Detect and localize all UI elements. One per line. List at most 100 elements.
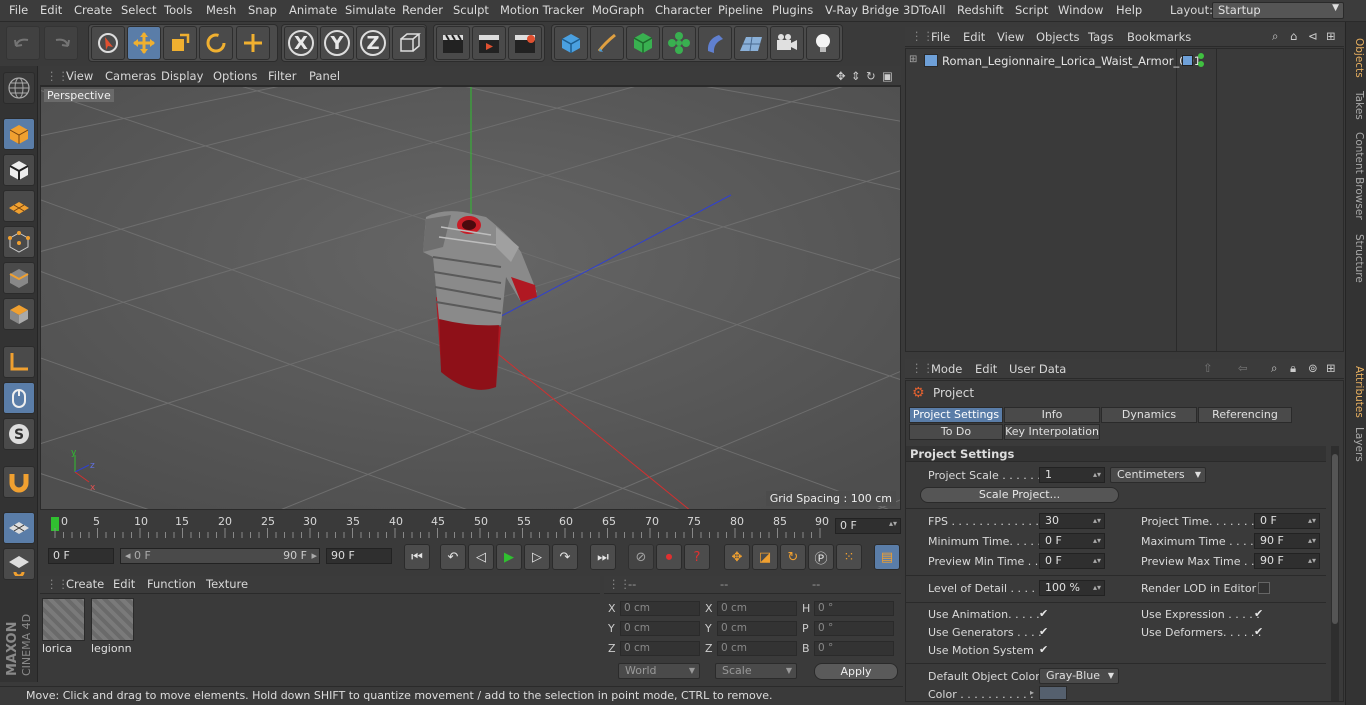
new-window-icon[interactable]: ⊞ — [1326, 29, 1336, 43]
material-menu-edit[interactable]: Edit — [113, 577, 135, 591]
viewport-menu-view[interactable]: View — [66, 69, 93, 83]
viewport-menu-filter[interactable]: Filter — [268, 69, 296, 83]
camera-button[interactable] — [770, 26, 804, 60]
previous-key-button[interactable]: ↶ — [440, 544, 466, 570]
search-icon[interactable]: ⌕ — [1272, 29, 1278, 44]
attr-scrollbar[interactable] — [1331, 446, 1339, 701]
menu-script[interactable]: Script — [1015, 3, 1048, 17]
material-menu-function[interactable]: Function — [147, 577, 196, 591]
locked-workplane-button[interactable] — [3, 548, 35, 580]
object-menu-view[interactable]: View — [997, 30, 1024, 44]
render-view-button[interactable] — [436, 26, 470, 60]
object-name[interactable]: Roman_Legionnaire_Lorica_Waist_Armor_001 — [942, 54, 1201, 68]
editor-visibility-dot[interactable] — [1198, 53, 1204, 59]
menu-edit[interactable]: Edit — [40, 3, 62, 17]
use-generators-checkbox[interactable]: ✔ — [1039, 626, 1051, 638]
texture-mode-button[interactable] — [3, 154, 35, 186]
use-animation-checkbox[interactable]: ✔ — [1039, 608, 1051, 620]
current-frame-field[interactable]: 0 F ▴▾ — [835, 518, 901, 534]
preview-range-slider[interactable]: ◂ 0 F 90 F ▸ — [120, 548, 320, 564]
object-menu-edit[interactable]: Edit — [963, 30, 985, 44]
material-menu-texture[interactable]: Texture — [206, 577, 248, 591]
live-selection-button[interactable] — [91, 26, 125, 60]
object-menu-tags[interactable]: Tags — [1088, 30, 1113, 44]
attr-menu-edit[interactable]: Edit — [975, 362, 997, 376]
tweak-mode-button[interactable] — [3, 382, 35, 414]
snap-button[interactable] — [3, 466, 35, 498]
z-axis-lock-button[interactable]: Z — [356, 26, 390, 60]
go-to-start-button[interactable]: ⏮ — [404, 544, 430, 570]
tab-dynamics[interactable]: Dynamics — [1101, 407, 1197, 423]
color-swatch[interactable] — [1039, 686, 1067, 700]
preview-min-field[interactable]: 0 F ▴▾ — [1039, 553, 1105, 569]
material-menu-create[interactable]: Create — [66, 577, 104, 591]
tab-objects[interactable]: Objects — [1348, 32, 1365, 84]
object-menu-file[interactable]: File — [931, 30, 950, 44]
key-rotation-button[interactable]: ↻ — [780, 544, 806, 570]
viewport-menu-panel[interactable]: Panel — [309, 69, 340, 83]
make-editable-button[interactable] — [3, 72, 35, 104]
play-button[interactable]: ▶ — [496, 544, 522, 570]
tab-to-do[interactable]: To Do — [909, 424, 1003, 440]
search-icon[interactable]: ⌕ — [1271, 361, 1277, 376]
rotation-b-field[interactable]: 0 ° — [814, 641, 894, 656]
render-settings-button[interactable] — [508, 26, 542, 60]
key-scale-button[interactable]: ◪ — [752, 544, 778, 570]
lock-icon[interactable]: 🔒︎ — [1290, 361, 1296, 376]
scale-tool-button[interactable] — [163, 26, 197, 60]
axis-mode-button[interactable] — [3, 346, 35, 378]
key-position-button[interactable]: ✥ — [724, 544, 750, 570]
timeline-ruler[interactable]: 0 5 10 15 20 25 30 35 40 45 50 55 60 65 … — [40, 512, 901, 542]
points-mode-button[interactable] — [3, 226, 35, 258]
size-z-field[interactable]: 0 cm — [717, 641, 797, 656]
menu-tools[interactable]: Tools — [164, 3, 192, 17]
viewport-dolly-icon[interactable]: ⇕ — [851, 69, 861, 83]
viewport-maximize-icon[interactable]: ▣ — [882, 69, 893, 83]
size-y-field[interactable]: 0 cm — [717, 621, 797, 636]
menu-character[interactable]: Character — [655, 3, 712, 17]
autokey-button[interactable]: ? — [684, 544, 710, 570]
attr-scrollbar-thumb[interactable] — [1332, 454, 1338, 624]
tab-structure[interactable]: Structure — [1348, 228, 1365, 288]
default-color-dropdown[interactable]: Gray-Blue ▼ — [1039, 668, 1119, 684]
menu-redshift[interactable]: Redshift — [957, 3, 1004, 17]
layer-color-swatch[interactable] — [1182, 55, 1193, 66]
menu-motion-tracker[interactable]: Motion Tracker — [500, 3, 584, 17]
rotation-h-field[interactable]: 0 ° — [814, 601, 894, 616]
floor-button[interactable] — [734, 26, 768, 60]
use-deformers-checkbox[interactable]: ✔ — [1254, 626, 1266, 638]
fps-field[interactable]: 30 ▴▾ — [1039, 513, 1105, 529]
menu-animate[interactable]: Animate — [289, 3, 337, 17]
settings-icon[interactable]: ⊚ — [1308, 361, 1318, 375]
rotation-p-field[interactable]: 0 ° — [814, 621, 894, 636]
position-x-field[interactable]: 0 cm — [620, 601, 700, 616]
edges-mode-button[interactable] — [3, 262, 35, 294]
menu-vray-bridge[interactable]: V-Ray Bridge — [825, 3, 899, 17]
project-time-field[interactable]: 0 F ▴▾ — [1254, 513, 1320, 529]
render-visibility-dot[interactable] — [1198, 61, 1204, 67]
start-frame-field[interactable]: 0 F — [48, 548, 114, 564]
size-x-field[interactable]: 0 cm — [717, 601, 797, 616]
recent-tool-button[interactable] — [236, 26, 270, 60]
attr-menu-mode[interactable]: Mode — [931, 362, 962, 376]
viewport-move-icon[interactable]: ✥ — [836, 69, 846, 83]
tab-attributes[interactable]: Attributes — [1348, 362, 1365, 422]
go-to-end-button[interactable]: ⏭ — [590, 544, 616, 570]
workplane-lock-button[interactable] — [3, 512, 35, 544]
move-tool-button[interactable] — [127, 26, 161, 60]
tab-content-browser[interactable]: Content Browser — [1348, 126, 1365, 226]
max-time-field[interactable]: 90 F ▴▾ — [1254, 533, 1320, 549]
menu-snap[interactable]: Snap — [248, 3, 277, 17]
polygons-mode-button[interactable] — [3, 298, 35, 330]
expand-plus-icon[interactable]: ⊞ — [909, 54, 917, 65]
menu-select[interactable]: Select — [121, 3, 156, 17]
render-lod-checkbox[interactable] — [1258, 582, 1270, 594]
next-key-button[interactable]: ↷ — [552, 544, 578, 570]
viewport-3d[interactable]: y z x Perspective Grid Spacing : 100 cm — [40, 86, 901, 510]
deformer-button[interactable] — [698, 26, 732, 60]
timeline-window-button[interactable]: ▤ — [874, 544, 900, 570]
render-picture-viewer-button[interactable] — [472, 26, 506, 60]
pen-spline-button[interactable] — [590, 26, 624, 60]
undo-button[interactable] — [6, 26, 40, 60]
size-mode-dropdown[interactable]: Scale ▼ — [715, 663, 797, 679]
